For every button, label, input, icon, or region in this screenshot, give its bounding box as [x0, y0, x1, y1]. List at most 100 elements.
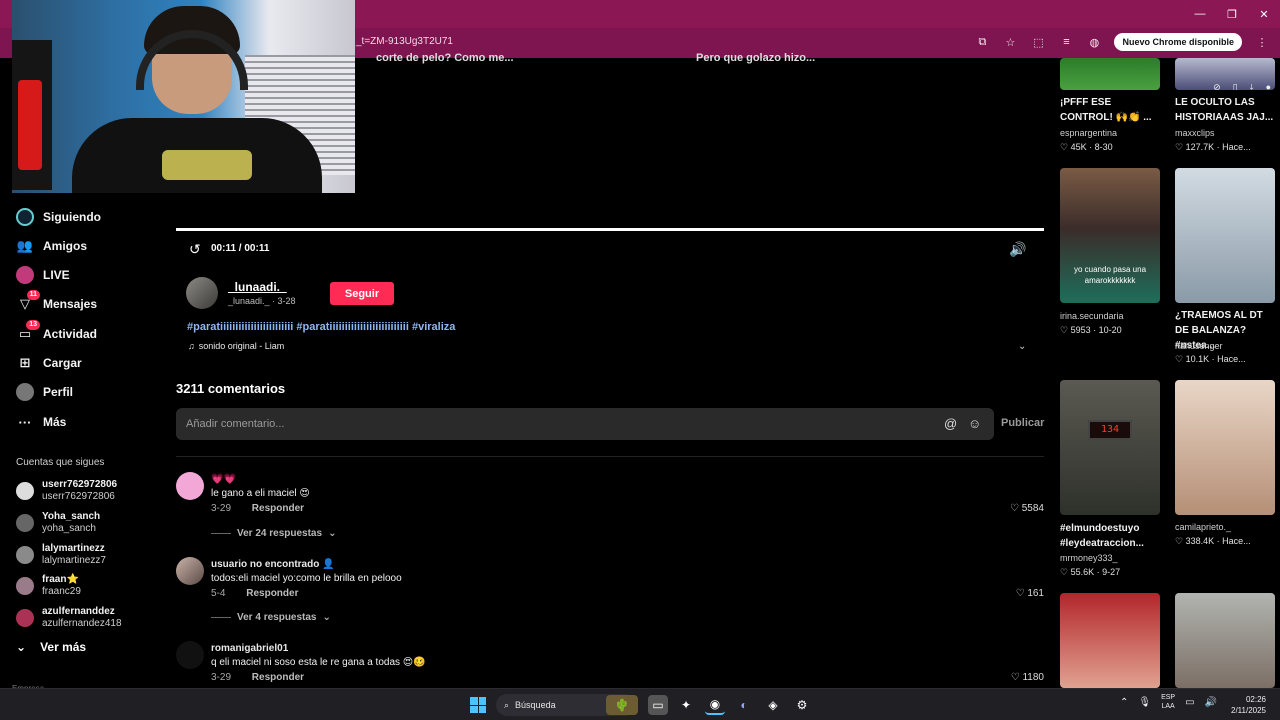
- view-replies-button[interactable]: Ver 24 respuestas ⌄: [211, 528, 336, 539]
- post-hashtags[interactable]: #paratiiiiiiiiiiiiiiiiiiiiiiii #paratiii…: [187, 321, 455, 333]
- profile-icon[interactable]: ◍: [1086, 36, 1102, 49]
- video-title[interactable]: #elmundoestuyo #leydeatraccion...: [1060, 521, 1164, 551]
- chrome-icon[interactable]: ◉: [705, 695, 725, 715]
- video-title[interactable]: ¡PFFF ESE CONTROL! 🙌👏 ...: [1060, 95, 1164, 125]
- video-thumbnail[interactable]: [1175, 593, 1275, 688]
- minimize-icon[interactable]: —: [1184, 0, 1216, 28]
- taskbar-clock[interactable]: 02:26 2/11/2025: [1231, 694, 1266, 716]
- chrome-update-button[interactable]: Nuevo Chrome disponible: [1114, 33, 1242, 51]
- video-author[interactable]: irina.secundaria: [1060, 311, 1124, 321]
- video-author[interactable]: espnargentina: [1060, 128, 1117, 138]
- reading-list-icon[interactable]: ≡: [1058, 36, 1074, 48]
- followed-account[interactable]: fraan⭐ fraanc29: [16, 574, 81, 598]
- divider: [176, 456, 1044, 457]
- publish-button[interactable]: Publicar: [1001, 417, 1044, 429]
- sidebar-item-upload[interactable]: ⊞ Cargar: [16, 353, 82, 373]
- video-stats: ♡ 338.4K · Hace...: [1175, 536, 1251, 546]
- video-thumbnail[interactable]: yo cuando pasa una amarokkkkkkk: [1060, 168, 1160, 303]
- followed-account[interactable]: Yoha_sanch yoha_sanch: [16, 511, 100, 535]
- install-icon[interactable]: ⧉: [974, 36, 990, 49]
- video-author[interactable]: mrmoney333_: [1060, 553, 1118, 563]
- sidebar-item-messages[interactable]: ▽ 11 Mensajes: [16, 290, 97, 314]
- menu-kebab-icon[interactable]: ⋮: [1254, 36, 1270, 49]
- reply-button[interactable]: Responder: [252, 672, 304, 683]
- video-progress-bar[interactable]: [176, 228, 1044, 231]
- video-thumbnail[interactable]: ⊘ ▯ ⤓ ●: [1175, 58, 1275, 90]
- maximize-icon[interactable]: ❐: [1216, 0, 1248, 28]
- followed-account[interactable]: lalymartinezz lalymartinezz7: [16, 543, 106, 567]
- comment-input[interactable]: [186, 408, 926, 440]
- comment-likes[interactable]: ♡ 5584: [984, 503, 1044, 514]
- video-author[interactable]: nahusenger: [1175, 341, 1223, 351]
- video-author[interactable]: maxxclips: [1175, 128, 1215, 138]
- comment-likes[interactable]: ♡ 161: [984, 588, 1044, 599]
- prev-video-caption-right[interactable]: Pero que golazo hizo...: [696, 52, 815, 64]
- download-icon[interactable]: ⤓: [1250, 82, 1254, 90]
- sidebar-item-following[interactable]: Siguiendo: [16, 207, 101, 227]
- network-icon[interactable]: ▭: [1185, 697, 1194, 708]
- file-explorer-icon[interactable]: ▭: [648, 695, 668, 715]
- comment-avatar[interactable]: [176, 472, 204, 500]
- sidebar-item-activity[interactable]: ▭ 13 Actividad: [16, 320, 97, 344]
- video-thumbnail[interactable]: [1060, 593, 1160, 688]
- url-text[interactable]: _t=ZM-913Ug3T2U71: [356, 36, 453, 47]
- follow-button[interactable]: Seguir: [330, 282, 394, 305]
- settings-icon[interactable]: ⚙: [792, 695, 812, 715]
- comment-user[interactable]: usuario no encontrado 👤: [211, 559, 335, 570]
- avatar[interactable]: ●: [1266, 82, 1271, 90]
- window-controls: — ❐ ✕: [1184, 0, 1280, 28]
- close-icon[interactable]: ✕: [1248, 0, 1280, 28]
- see-more-button[interactable]: ⌄ Ver más: [16, 640, 86, 654]
- expand-chevron-icon[interactable]: ⌄: [1018, 341, 1026, 352]
- comment-meta: 5-4 Responder: [211, 588, 299, 599]
- chevron-down-icon: ⌄: [16, 640, 27, 654]
- video-thumbnail[interactable]: [1175, 168, 1275, 303]
- comment-likes[interactable]: ♡ 1180: [984, 672, 1044, 683]
- video-thumbnail[interactable]: [1175, 380, 1275, 515]
- chevron-down-icon: ⌄: [322, 612, 331, 623]
- sidebar-item-live[interactable]: LIVE: [16, 265, 70, 285]
- reply-button[interactable]: Responder: [252, 503, 304, 514]
- video-time: 00:11 / 00:11: [211, 243, 270, 254]
- bookmark-star-icon[interactable]: ☆: [1002, 36, 1018, 49]
- speaker-icon[interactable]: 🔊: [1205, 697, 1217, 708]
- replay-icon[interactable]: ↺: [189, 241, 201, 258]
- prev-video-caption-left[interactable]: corte de pelo? Como me...: [376, 52, 514, 64]
- search-highlight-icon[interactable]: 🌵: [606, 695, 638, 715]
- following-accounts-heading: Cuentas que sigues: [16, 457, 105, 468]
- link-icon[interactable]: ⊘: [1213, 82, 1221, 90]
- followed-account[interactable]: azulfernanddez azulfernandez418: [16, 606, 122, 630]
- comment-avatar[interactable]: [176, 641, 204, 669]
- video-title[interactable]: LE OCULTO LAS HISTORIAAAS JAJ...: [1175, 95, 1279, 125]
- steam-icon[interactable]: ◈: [763, 695, 783, 715]
- volume-icon[interactable]: 🔊: [1009, 241, 1026, 258]
- copilot-icon[interactable]: ✦: [676, 695, 696, 715]
- video-author[interactable]: camilaprieto._: [1175, 522, 1231, 532]
- emoji-icon[interactable]: ☺: [968, 416, 981, 431]
- phone-icon[interactable]: ▯: [1233, 82, 1238, 90]
- comment-user[interactable]: 💗💗: [211, 474, 236, 485]
- comment-count: 3211 comentarios: [176, 381, 286, 396]
- sidebar-item-profile[interactable]: Perfil: [16, 382, 73, 402]
- extensions-icon[interactable]: ⬚: [1030, 36, 1046, 49]
- windows-start-icon[interactable]: [470, 697, 486, 713]
- comment-user[interactable]: romanigabriel01: [211, 643, 288, 654]
- sidebar-item-more[interactable]: ··· Más: [16, 412, 67, 432]
- followed-account[interactable]: userr762972806 userr762972806: [16, 479, 117, 503]
- video-actions: ⊘ ▯ ⤓ ●: [1213, 82, 1271, 90]
- language-indicator[interactable]: ESP LAA: [1161, 693, 1175, 711]
- video-thumbnail[interactable]: 134: [1060, 380, 1160, 515]
- video-thumbnail[interactable]: [1060, 58, 1160, 90]
- view-replies-button[interactable]: Ver 4 respuestas ⌄: [211, 612, 331, 623]
- reply-button[interactable]: Responder: [246, 588, 298, 599]
- post-sound[interactable]: ♫ sonido original - Liam: [188, 341, 284, 351]
- comment-avatar[interactable]: [176, 557, 204, 585]
- microphone-icon[interactable]: 🎙: [1138, 697, 1151, 708]
- author-name[interactable]: _lunaadi._: [228, 280, 287, 294]
- mention-icon[interactable]: @: [944, 416, 957, 431]
- author-avatar[interactable]: [186, 277, 218, 309]
- video-stats: ♡ 127.7K · Hace...: [1175, 142, 1251, 152]
- discord-icon[interactable]: ◐: [734, 695, 754, 715]
- sidebar-item-friends[interactable]: 👥 Amigos: [16, 236, 87, 256]
- chevron-up-icon[interactable]: ⌃: [1120, 697, 1128, 708]
